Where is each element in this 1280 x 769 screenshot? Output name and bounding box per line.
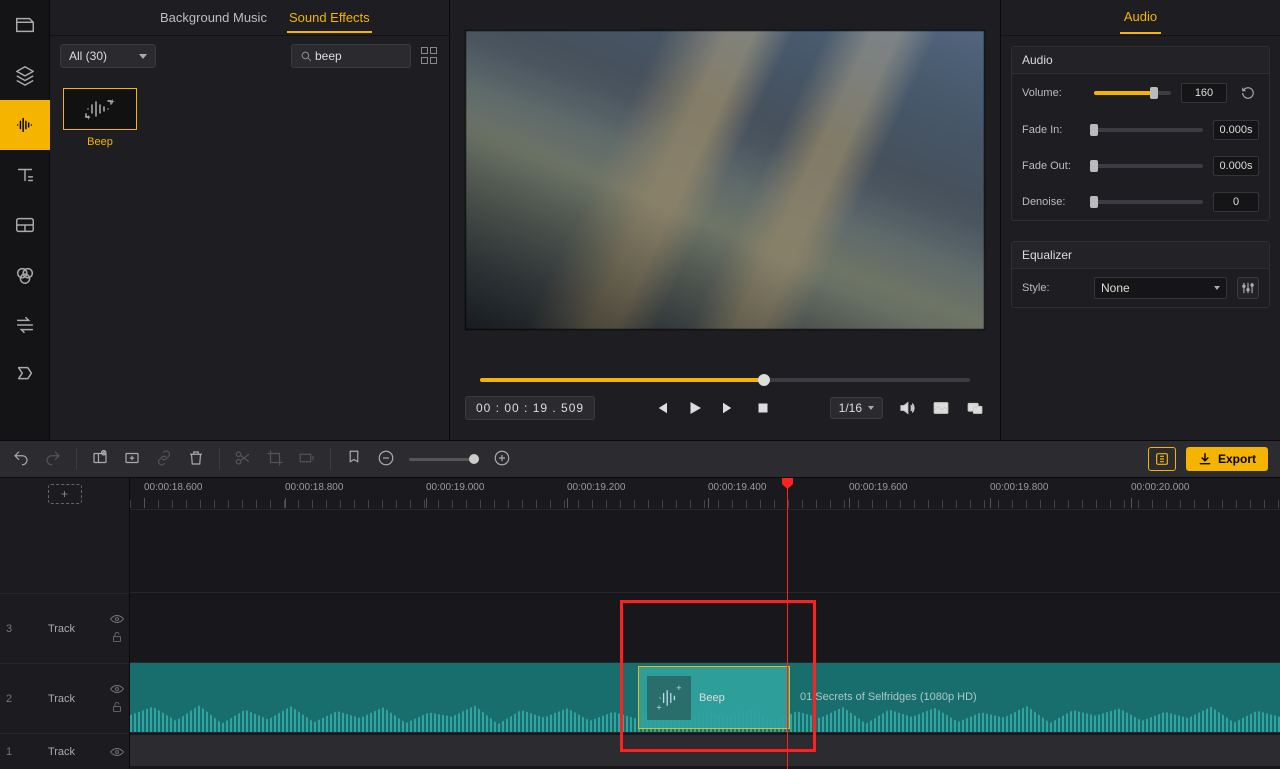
zoom-ratio[interactable]: 1/16: [830, 397, 883, 419]
tool-sidebar: [0, 0, 50, 440]
denoise-label: Denoise:: [1022, 196, 1084, 208]
seek-bar[interactable]: [480, 378, 970, 382]
track-header-3[interactable]: 3 Track: [0, 593, 129, 663]
asset-thumbnail: + +: [63, 88, 137, 130]
undo-button[interactable]: [12, 449, 30, 470]
add-marker-button[interactable]: [123, 449, 141, 470]
clip-label: Beep: [699, 692, 725, 704]
eye-icon[interactable]: [110, 747, 124, 757]
clip-beep[interactable]: + + Beep: [638, 666, 790, 729]
timeline: + 3 Track 2 Track 1 Track: [0, 478, 1280, 769]
svg-text:+: +: [656, 702, 661, 712]
volume-slider[interactable]: [1094, 91, 1171, 95]
chevron-down-icon: [868, 406, 874, 410]
asset-item[interactable]: + + Beep: [62, 88, 138, 148]
track-header-2[interactable]: 2 Track: [0, 663, 129, 733]
zoom-out-button[interactable]: [377, 449, 395, 470]
speed-button[interactable]: [298, 449, 316, 470]
play-button[interactable]: [685, 398, 705, 418]
track-lane-1[interactable]: [130, 732, 1280, 768]
text-tool[interactable]: [0, 150, 50, 200]
denoise-value[interactable]: 0: [1213, 192, 1259, 212]
asset-browser: Background Music Sound Effects All (30): [50, 0, 450, 440]
mute-button[interactable]: [897, 398, 917, 418]
reset-volume[interactable]: [1237, 82, 1259, 104]
denoise-slider[interactable]: [1094, 200, 1203, 204]
zoom-in-button[interactable]: [493, 449, 511, 470]
inspector-panel: Audio Audio Volume: 160 Fade In: 0.000s …: [1000, 0, 1280, 440]
clip-thumbnail: + +: [647, 676, 691, 720]
link-button[interactable]: [155, 449, 173, 470]
main-clip-label: 01 Secrets of Selfridges (1080p HD): [800, 691, 977, 703]
lock-icon[interactable]: [111, 700, 123, 714]
snapshot-button[interactable]: [931, 398, 951, 418]
eye-icon[interactable]: [110, 684, 124, 694]
media-tool[interactable]: [0, 0, 50, 50]
search-input-wrap[interactable]: [291, 44, 411, 68]
render-preview-button[interactable]: [1148, 447, 1176, 471]
marker-tool[interactable]: [345, 449, 363, 470]
audio-tool[interactable]: [0, 100, 50, 150]
zoom-slider[interactable]: [409, 458, 479, 461]
category-filter-label: All (30): [69, 49, 131, 63]
group-audio-title: Audio: [1012, 47, 1269, 74]
prev-frame-button[interactable]: [651, 398, 671, 418]
preview-panel: 00 : 00 : 19 . 509 1/16: [450, 0, 1000, 440]
svg-text:+: +: [676, 682, 681, 692]
track-lane-2[interactable]: 01 Secrets of Selfridges (1080p HD) + + …: [130, 662, 1280, 732]
fullscreen-button[interactable]: [965, 398, 985, 418]
eq-style-select[interactable]: None: [1094, 277, 1227, 299]
svg-text:+: +: [86, 113, 91, 122]
svg-text:+: +: [110, 97, 115, 106]
add-track-button[interactable]: +: [48, 484, 82, 504]
group-eq-title: Equalizer: [1012, 242, 1269, 269]
time-ruler[interactable]: 00:00:18.600 00:00:18.800 00:00:19.000 0…: [130, 478, 1280, 510]
track-lane-3[interactable]: [130, 592, 1280, 662]
cut-keep-button[interactable]: [91, 449, 109, 470]
asset-name: Beep: [87, 136, 113, 148]
fadeout-label: Fade Out:: [1022, 160, 1084, 172]
transitions-tool[interactable]: [0, 300, 50, 350]
search-input[interactable]: [313, 48, 402, 64]
delete-button[interactable]: [187, 449, 205, 470]
elements-tool[interactable]: [0, 350, 50, 400]
tab-sound-effects[interactable]: Sound Effects: [287, 2, 372, 33]
track-1-content: [130, 735, 1280, 766]
export-button[interactable]: Export: [1186, 447, 1268, 471]
scissors-button[interactable]: [234, 449, 252, 470]
eye-icon[interactable]: [110, 614, 124, 624]
next-frame-button[interactable]: [719, 398, 739, 418]
fadeout-value[interactable]: 0.000s: [1213, 156, 1259, 176]
playhead[interactable]: [787, 478, 788, 769]
preview-video[interactable]: [465, 30, 985, 330]
lock-icon[interactable]: [111, 630, 123, 644]
track-header-1[interactable]: 1 Track: [0, 733, 129, 769]
stop-button[interactable]: [753, 398, 773, 418]
chevron-down-icon: [1214, 286, 1220, 290]
redo-button[interactable]: [44, 449, 62, 470]
tab-background-music[interactable]: Background Music: [158, 2, 269, 33]
fadein-label: Fade In:: [1022, 124, 1084, 136]
fadein-slider[interactable]: [1094, 128, 1203, 132]
fadein-value[interactable]: 0.000s: [1213, 120, 1259, 140]
eq-settings-button[interactable]: [1237, 277, 1259, 299]
timeline-toolbar: Export: [0, 440, 1280, 478]
timeline-tracks: 00:00:18.600 00:00:18.800 00:00:19.000 0…: [130, 478, 1280, 769]
eq-style-label: Style:: [1022, 282, 1084, 294]
crop-button[interactable]: [266, 449, 284, 470]
grid-view-toggle[interactable]: [421, 47, 439, 65]
category-filter[interactable]: All (30): [60, 44, 156, 68]
layers-tool[interactable]: [0, 50, 50, 100]
chevron-down-icon: [139, 54, 147, 59]
timecode: 00 : 00 : 19 . 509: [465, 396, 595, 420]
volume-label: Volume:: [1022, 87, 1084, 99]
volume-value[interactable]: 160: [1181, 83, 1227, 103]
fadeout-slider[interactable]: [1094, 164, 1203, 168]
split-tool[interactable]: [0, 200, 50, 250]
filters-tool[interactable]: [0, 250, 50, 300]
tab-audio[interactable]: Audio: [1120, 1, 1161, 34]
